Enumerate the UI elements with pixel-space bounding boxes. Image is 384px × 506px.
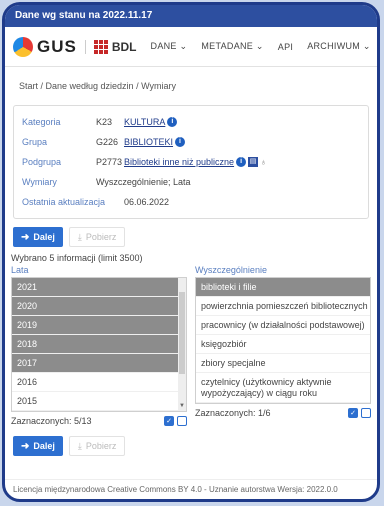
breadcrumb: Start / Dane według dziedzin / Wymiary: [19, 81, 176, 91]
info-label: Grupa: [22, 137, 48, 147]
download-button[interactable]: ⤓ Pobierz: [68, 227, 126, 247]
action-bar: ➜ Dalej ⤓ Pobierz: [5, 219, 377, 251]
info-icon[interactable]: i: [167, 117, 178, 128]
list-item[interactable]: pracownicy (w działalności podstawowej): [196, 316, 370, 335]
app-frame: Dane wg stanu na 2022.11.17 GUS BDL DANE…: [2, 2, 380, 502]
wyszczegolnienie-status: Zaznaczonych: 1/6 ✓: [195, 408, 371, 418]
metadata-panel: Kategoria K23 KULTURA i Grupa G226 BIBLIO…: [13, 105, 369, 219]
list-item[interactable]: powierzchnia pomieszczeń bibliotecznych: [196, 297, 370, 316]
info-row-grupa: Grupa G226 BIBLIOTEKI i: [22, 132, 360, 152]
info-row-aktualizacja: Ostatnia aktualizacja 06.06.2022: [22, 192, 360, 212]
info-icon[interactable]: i: [236, 157, 247, 168]
download-button[interactable]: ⤓ Pobierz: [68, 436, 126, 456]
arrow-right-icon: ➜: [21, 231, 30, 243]
wyszczegolnienie-title: Wyszczególnienie: [195, 265, 267, 275]
lata-title: Lata: [11, 265, 29, 275]
bdl-grid-icon: [93, 39, 108, 54]
license-footer: Licencja międzynarodowa Creative Commons…: [5, 479, 377, 499]
info-code: K23: [96, 117, 113, 127]
info-value: Wyszczególnienie; Lata: [96, 177, 191, 187]
select-all-checkbox[interactable]: ✓: [164, 416, 174, 426]
main-navbar: GUS BDL DANE ⌄ METADANE ⌄ API ARCHIWUM ⌄: [5, 27, 377, 67]
wyszczegolnienie-select-toggles: ✓: [348, 408, 371, 418]
info-row-podgrupa: Podgrupa P2773 Biblioteki inne niż publi…: [22, 152, 360, 172]
select-all-checkbox[interactable]: ✓: [348, 408, 358, 418]
list-item[interactable]: 2019: [12, 316, 186, 335]
bdl-logo-text: BDL: [111, 39, 137, 54]
next-label: Dalej: [33, 441, 55, 451]
list-item[interactable]: 2017: [12, 354, 186, 373]
next-button[interactable]: ➜ Dalej: [13, 227, 63, 247]
info-row-kategoria: Kategoria K23 KULTURA i: [22, 112, 360, 132]
list-item[interactable]: księgozbiór: [196, 335, 370, 354]
lata-status-text: Zaznaczonych: 5/13: [11, 416, 92, 426]
selection-summary: Wybrano 5 informacji (limit 3500): [11, 253, 143, 263]
info-code: G226: [96, 137, 119, 147]
wyszczegolnienie-column: Wyszczególnienie biblioteki i filie powie…: [195, 265, 371, 426]
lata-scrollbar[interactable]: ▼: [178, 278, 186, 411]
download-icon: ⤓: [77, 231, 82, 242]
lata-select-toggles: ✓: [164, 416, 187, 426]
nav-archiwum[interactable]: ARCHIWUM ⌄: [307, 41, 371, 52]
list-item[interactable]: 2015: [12, 392, 186, 411]
list-item[interactable]: 2018: [12, 335, 186, 354]
info-label: Wymiary: [22, 177, 57, 187]
scroll-down-icon[interactable]: ▼: [179, 403, 185, 409]
lata-status: Zaznaczonych: 5/13 ✓: [11, 416, 187, 426]
info-row-wymiary: Wymiary Wyszczególnienie; Lata: [22, 172, 360, 192]
pin-icon[interactable]: ♁: [260, 157, 267, 167]
nav-metadane[interactable]: METADANE ⌄: [201, 41, 263, 52]
lata-listbox[interactable]: ▼ 2021 2020 2019 2018 2017 2016 2015: [11, 277, 187, 412]
info-value: 06.06.2022: [124, 197, 170, 207]
info-code: P2773: [96, 157, 123, 167]
gus-logo-icon: [13, 36, 33, 57]
gus-logo[interactable]: GUS: [13, 36, 77, 57]
bdl-logo[interactable]: BDL: [84, 39, 137, 54]
action-bar-bottom: ➜ Dalej ⤓ Pobierz: [5, 426, 377, 460]
select-none-checkbox[interactable]: [177, 416, 187, 426]
next-button[interactable]: ➜ Dalej: [13, 436, 63, 456]
data-date-banner: Dane wg stanu na 2022.11.17: [5, 5, 377, 27]
dimension-lists: Lata ▼ 2021 2020 2019 2018 2017 2016 2015 Zazn…: [5, 265, 377, 426]
info-label: Kategoria: [22, 117, 61, 127]
list-item[interactable]: biblioteki i filie: [196, 278, 370, 297]
grupa-link[interactable]: BIBLIOTEKI: [124, 137, 173, 147]
wyszczegolnienie-status-text: Zaznaczonych: 1/6: [195, 408, 271, 418]
gus-logo-text: GUS: [37, 36, 77, 56]
wyszczegolnienie-listbox[interactable]: biblioteki i filie powierzchnia pomieszcz…: [195, 277, 371, 404]
next-label: Dalej: [33, 232, 55, 242]
info-label: Podgrupa: [22, 157, 62, 167]
table-icon[interactable]: ▤: [248, 157, 259, 168]
kategoria-link[interactable]: KULTURA: [124, 117, 165, 127]
download-icon: ⤓: [77, 440, 82, 451]
list-item[interactable]: zbiory specjalne: [196, 354, 370, 373]
download-label: Pobierz: [85, 232, 117, 242]
arrow-right-icon: ➜: [21, 440, 30, 452]
download-label: Pobierz: [85, 441, 117, 451]
list-item[interactable]: 2020: [12, 297, 186, 316]
list-item[interactable]: 2021: [12, 278, 186, 297]
select-none-checkbox[interactable]: [361, 408, 371, 418]
info-label: Ostatnia aktualizacja: [22, 197, 106, 207]
lata-column: Lata ▼ 2021 2020 2019 2018 2017 2016 2015 Zazn…: [11, 265, 187, 426]
podgrupa-link[interactable]: Biblioteki inne niż publiczne: [124, 157, 234, 167]
list-item[interactable]: czytelnicy (użytkownicy aktywnie wypożyc…: [196, 373, 370, 403]
nav-api[interactable]: API: [278, 42, 293, 52]
nav-dane[interactable]: DANE ⌄: [151, 41, 188, 52]
list-item[interactable]: 2016: [12, 373, 186, 392]
info-icon[interactable]: i: [175, 137, 186, 148]
